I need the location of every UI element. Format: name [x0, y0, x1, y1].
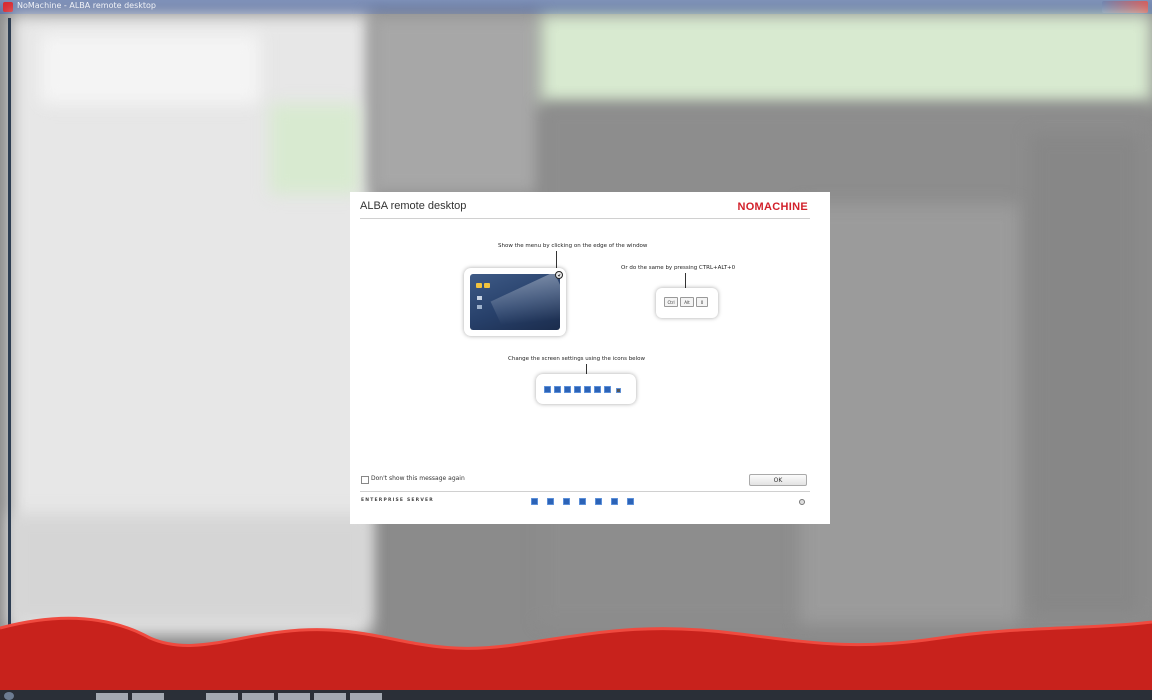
taskbar-item[interactable]: [96, 693, 128, 700]
window-title: NoMachine - ALBA remote desktop: [17, 1, 157, 10]
full-monitor-icon: [604, 386, 611, 393]
ctrl-key: Ctrl: [664, 297, 678, 307]
desktop-edge-strip: [8, 18, 11, 658]
desktop-preview-screen: [470, 274, 560, 330]
folder-icon: [484, 283, 490, 288]
taskbar-item[interactable]: [314, 693, 346, 700]
window-controls[interactable]: [1102, 1, 1148, 13]
dialog-title: ALBA remote desktop: [360, 200, 467, 212]
taskbar-item[interactable]: [242, 693, 274, 700]
dont-show-again-checkbox[interactable]: [361, 476, 369, 484]
alt-key: Alt: [680, 297, 694, 307]
viewport-icon: [594, 386, 601, 393]
taskbar: [0, 690, 1152, 700]
screen-settings-caption: Change the screen settings using the ico…: [508, 356, 645, 362]
full-monitor-icon[interactable]: [627, 498, 634, 505]
start-button-icon[interactable]: [4, 692, 14, 700]
shortcut-hint-pointer: [685, 273, 686, 288]
screen-settings-illustration: [536, 374, 636, 404]
nomachine-logo: NOMACHINE: [737, 201, 808, 213]
fullscreen-icon[interactable]: [563, 498, 570, 505]
multi-monitor-icon[interactable]: [579, 498, 586, 505]
shortcut-hint-caption: Or do the same by pressing CTRL+ALT+0: [621, 265, 736, 271]
dont-show-again-label[interactable]: Don't show this message again: [371, 475, 465, 482]
zero-key: 0: [696, 297, 708, 307]
welcome-dialog: ALBA remote desktop NOMACHINE Show the m…: [350, 192, 830, 524]
ok-button[interactable]: OK: [749, 474, 807, 486]
folder-icon: [476, 283, 482, 288]
taskbar-item[interactable]: [350, 693, 382, 700]
taskbar-item[interactable]: [206, 693, 238, 700]
fit-to-window-icon: [544, 386, 551, 393]
window-preview-illustration: [464, 268, 566, 336]
cursor-icon: [616, 388, 621, 393]
fullscreen-icon: [564, 386, 571, 393]
menu-corner-icon: [555, 271, 563, 279]
multi-monitor-icon: [574, 386, 581, 393]
viewport-icon[interactable]: [611, 498, 618, 505]
window-titlebar: NoMachine - ALBA remote desktop: [0, 0, 1152, 14]
taskbar-item[interactable]: [278, 693, 310, 700]
fit-to-window-icon[interactable]: [531, 498, 538, 505]
resize-icon: [554, 386, 561, 393]
resize-icon[interactable]: [547, 498, 554, 505]
scale-icon: [584, 386, 591, 393]
keyboard-shortcut-illustration: Ctrl Alt 0: [656, 288, 718, 318]
taskbar-item[interactable]: [132, 693, 164, 700]
trash-icon: [477, 305, 482, 309]
settings-gear-icon[interactable]: [799, 499, 805, 505]
menu-hint-caption: Show the menu by clicking on the edge of…: [498, 243, 648, 249]
drive-icon: [477, 296, 482, 300]
title-divider: [360, 218, 810, 219]
footer-divider: [360, 491, 810, 492]
red-wave-decoration: [0, 616, 1152, 690]
scale-icon[interactable]: [595, 498, 602, 505]
nomachine-app-icon: [3, 2, 13, 12]
edition-label: ENTERPRISE SERVER: [361, 498, 434, 503]
